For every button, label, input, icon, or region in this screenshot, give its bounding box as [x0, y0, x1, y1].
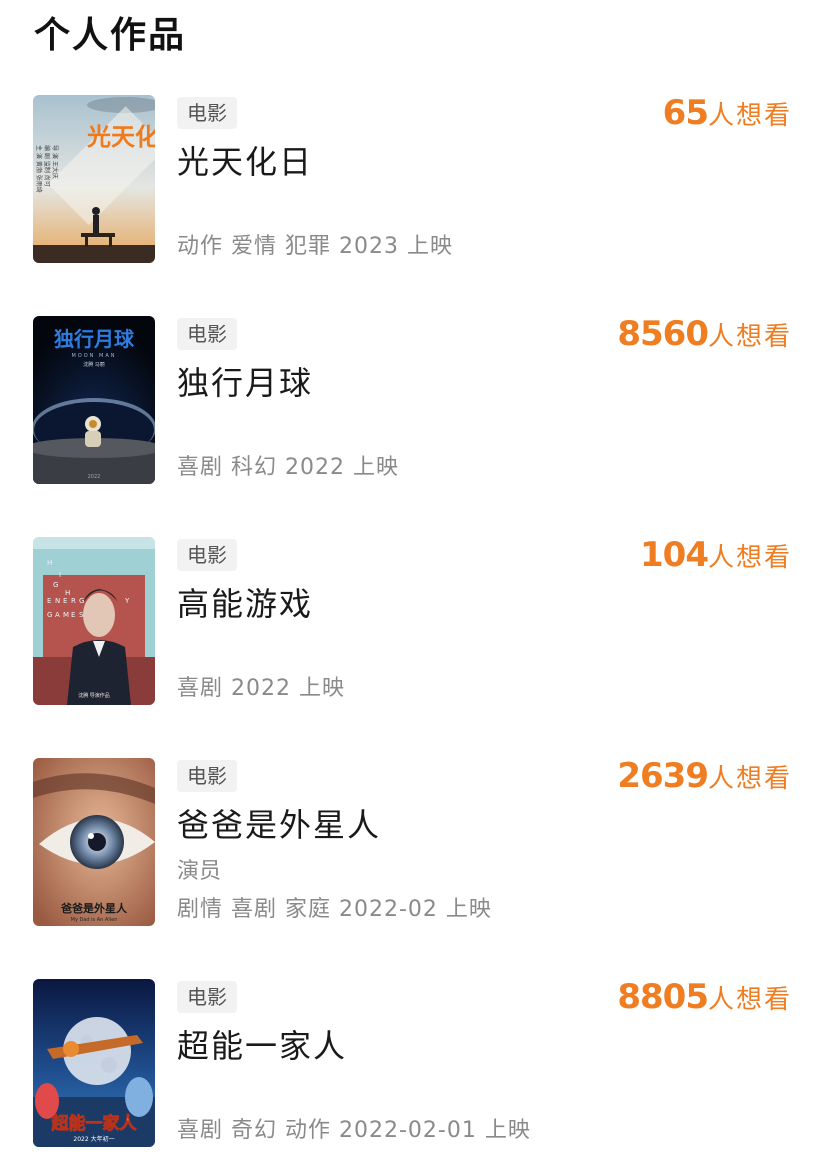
work-title[interactable]: 独行月球 [177, 362, 313, 404]
want-to-see[interactable]: 2639人想看 [617, 756, 792, 799]
want-label: 人想看 [707, 543, 792, 573]
poster-credit-1: 沈腾 导演作品 [78, 692, 110, 699]
want-to-see[interactable]: 104人想看 [640, 535, 792, 578]
poster-title-text: 光天化日 [86, 123, 155, 151]
want-count: 65 [662, 93, 709, 133]
work-title[interactable]: 爸爸是外星人 [177, 804, 381, 846]
category-badge: 电影 [177, 539, 237, 571]
poster-title-text: 独行月球 [54, 327, 135, 351]
want-label: 人想看 [707, 985, 792, 1015]
category-badge: 电影 [177, 318, 237, 350]
want-to-see[interactable]: 8560人想看 [617, 314, 792, 357]
want-to-see[interactable]: 65人想看 [663, 93, 792, 136]
work-item-guangtianhuari[interactable]: 光天化日 导 演 王大庆 编 剧 监制 尚可 主 演 黄渤 张雨绮 电影 光天化… [0, 93, 828, 265]
poster-letter: R [71, 597, 76, 605]
work-meta: 喜剧 2022 上映 [177, 676, 345, 701]
poster-image[interactable]: H I G H E N E R G Y G A M E S 沈腾 导演作品 [33, 537, 155, 705]
poster-duxingyueqiu: 独行月球 MOON MAN 沈腾 马丽 2022 [33, 316, 155, 484]
work-meta: 喜剧 奇幻 动作 2022-02-01 上映 [177, 1118, 531, 1143]
work-title[interactable]: 光天化日 [177, 141, 313, 183]
poster-letter: H [47, 559, 52, 567]
want-label: 人想看 [707, 101, 792, 131]
poster-date: 2022 大年初一 [73, 1135, 114, 1143]
want-count: 104 [640, 535, 709, 575]
poster-letter: E [71, 611, 75, 619]
poster-chaonengyijiaren: 超能一家人 2022 大年初一 [33, 979, 155, 1147]
work-item-babashiwaixingren[interactable]: 爸爸是外星人 My Dad is An Alien 电影 爸爸是外星人 演员 剧… [0, 756, 828, 928]
poster-letter: G [79, 597, 84, 605]
poster-credit-1: 导 演 王大庆 [51, 145, 59, 179]
work-meta: 剧情 喜剧 家庭 2022-02 上映 [177, 897, 492, 922]
poster-letter: E [63, 597, 67, 605]
poster-letter: M [63, 611, 69, 619]
work-item-gaonengyouxi[interactable]: H I G H E N E R G Y G A M E S 沈腾 导演作品 电影… [0, 535, 828, 707]
want-count: 2639 [617, 756, 709, 796]
poster-letter: Y [124, 597, 130, 605]
poster-babashiwaixingren: 爸爸是外星人 My Dad is An Alien [33, 758, 155, 926]
poster-letter: G [47, 611, 52, 619]
poster-image[interactable]: 独行月球 MOON MAN 沈腾 马丽 2022 [33, 316, 155, 484]
want-label: 人想看 [707, 764, 792, 794]
poster-guangtianhuari: 光天化日 导 演 王大庆 编 剧 监制 尚可 主 演 黄渤 张雨绮 [33, 95, 155, 263]
poster-subtitle: My Dad is An Alien [71, 917, 118, 923]
poster-letter: S [79, 611, 84, 619]
poster-credit-2: 编 剧 监制 尚可 [43, 145, 51, 187]
work-meta: 动作 爱情 犯罪 2023 上映 [177, 234, 453, 259]
category-badge: 电影 [177, 981, 237, 1013]
poster-letter: A [55, 611, 60, 619]
poster-subtitle: MOON MAN [72, 353, 117, 359]
poster-letter: E [47, 597, 51, 605]
want-label: 人想看 [707, 322, 792, 352]
poster-letter: H [65, 589, 70, 597]
want-count: 8560 [617, 314, 709, 354]
category-badge: 电影 [177, 97, 237, 129]
category-badge: 电影 [177, 760, 237, 792]
works-page: 个人作品 光天化日 导 演 王大庆 编 剧 监制 尚可 主 演 黄渤 张雨绮 [0, 0, 828, 1167]
poster-image[interactable]: 光天化日 导 演 王大庆 编 剧 监制 尚可 主 演 黄渤 张雨绮 [33, 95, 155, 263]
poster-letter: I [59, 571, 61, 579]
poster-credit-3: 主 演 黄渤 张雨绮 [35, 145, 43, 193]
poster-credit-1: 沈腾 马丽 [83, 361, 105, 368]
poster-title-text: 爸爸是外星人 [60, 901, 128, 915]
poster-image[interactable]: 爸爸是外星人 My Dad is An Alien [33, 758, 155, 926]
section-title: 个人作品 [34, 15, 187, 56]
poster-gaonengyouxi: H I G H E N E R G Y G A M E S 沈腾 导演作品 [33, 537, 155, 705]
work-role: 演员 [177, 859, 222, 884]
want-to-see[interactable]: 8805人想看 [617, 977, 792, 1020]
poster-title-text: 超能一家人 [52, 1113, 138, 1134]
work-title[interactable]: 高能游戏 [177, 583, 313, 625]
want-count: 8805 [617, 977, 709, 1017]
poster-letter: G [53, 581, 58, 589]
poster-letter: N [55, 597, 60, 605]
poster-image[interactable]: 超能一家人 2022 大年初一 [33, 979, 155, 1147]
work-title[interactable]: 超能一家人 [177, 1025, 347, 1067]
work-item-chaonengyijiaren[interactable]: 超能一家人 2022 大年初一 电影 超能一家人 喜剧 奇幻 动作 2022-0… [0, 977, 828, 1149]
work-item-duxingyueqiu[interactable]: 独行月球 MOON MAN 沈腾 马丽 2022 电影 独行月球 喜剧 科幻 2… [0, 314, 828, 486]
work-meta: 喜剧 科幻 2022 上映 [177, 455, 399, 480]
poster-year: 2022 [88, 474, 101, 480]
